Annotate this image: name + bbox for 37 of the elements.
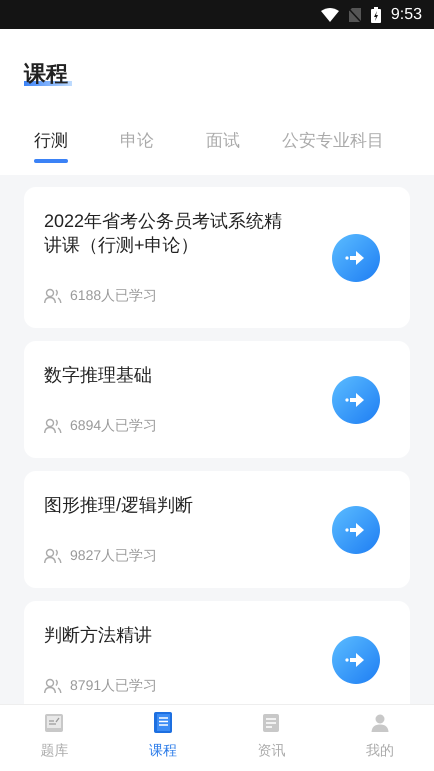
course-card[interactable]: 2022年省考公务员考试系统精讲课（行测+申论） 6188人已学习 bbox=[24, 187, 410, 328]
status-time: 9:53 bbox=[390, 4, 422, 24]
users-icon bbox=[44, 678, 62, 694]
course-title: 图形推理/逻辑判断 bbox=[44, 494, 194, 517]
learner-count: 6894人已学习 bbox=[70, 416, 158, 435]
learner-count: 9827人已学习 bbox=[70, 546, 158, 565]
category-tab[interactable]: 申论 bbox=[120, 121, 206, 161]
learner-count: 6188人已学习 bbox=[70, 286, 158, 305]
course-title: 2022年省考公务员考试系统精讲课（行测+申论） bbox=[44, 210, 284, 257]
users-icon bbox=[44, 288, 62, 304]
course-card[interactable]: 数字推理基础 6894人已学习 bbox=[24, 341, 410, 458]
users-icon bbox=[44, 418, 62, 434]
users-icon bbox=[44, 548, 62, 564]
course-card[interactable]: 判断方法精讲 8791人已学习 bbox=[24, 601, 410, 704]
wifi-icon bbox=[320, 8, 339, 22]
nav-tab[interactable]: 资讯 bbox=[217, 705, 326, 771]
no-sim-icon bbox=[348, 8, 361, 22]
go-button[interactable] bbox=[332, 636, 380, 684]
learner-count: 8791人已学习 bbox=[70, 676, 158, 695]
document-icon bbox=[261, 712, 282, 732]
nav-tab[interactable]: 课程 bbox=[108, 705, 217, 771]
category-tab[interactable]: 面试 bbox=[206, 121, 282, 161]
nav-tab[interactable]: 题库 bbox=[0, 705, 108, 771]
nav-tab[interactable]: 我的 bbox=[326, 705, 434, 771]
notebook-icon bbox=[44, 712, 64, 732]
page-title: 课程 bbox=[24, 61, 68, 86]
course-title: 判断方法精讲 bbox=[44, 624, 153, 647]
course-title: 数字推理基础 bbox=[44, 364, 153, 387]
book-icon bbox=[154, 712, 172, 733]
battery-icon bbox=[370, 6, 381, 22]
person-icon bbox=[370, 712, 390, 732]
go-button[interactable] bbox=[332, 506, 380, 554]
go-button[interactable] bbox=[332, 376, 380, 424]
course-card[interactable]: 图形推理/逻辑判断 9827人已学习 bbox=[24, 471, 410, 588]
category-tab[interactable]: 行测 bbox=[34, 121, 120, 161]
go-button[interactable] bbox=[332, 234, 380, 282]
category-tab[interactable]: 公安专业科目 bbox=[282, 121, 402, 161]
